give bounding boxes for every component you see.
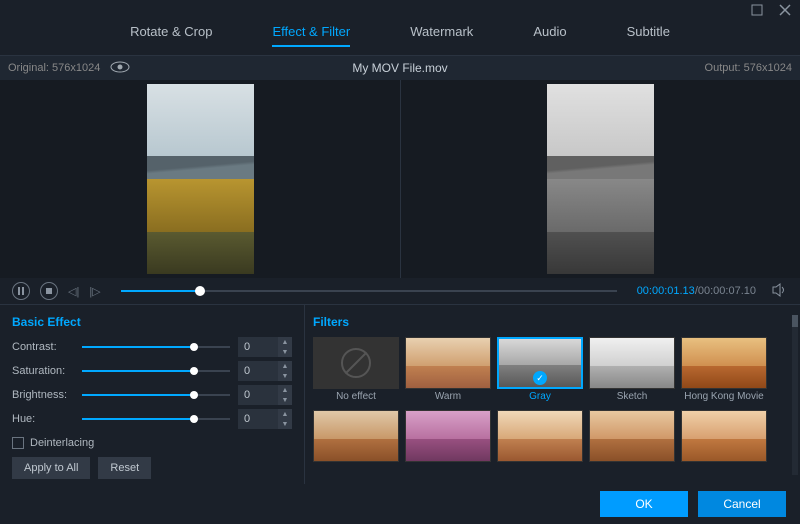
apply-to-all-button[interactable]: Apply to All	[12, 457, 90, 479]
preview-area	[0, 80, 800, 278]
contrast-down[interactable]: ▼	[278, 347, 292, 357]
contrast-input[interactable]: 0▲▼	[238, 337, 292, 357]
deinterlacing-checkbox[interactable]	[12, 437, 24, 449]
tab-audio[interactable]: Audio	[533, 24, 566, 47]
filter-no-effect-label: No effect	[336, 391, 376, 402]
reset-button[interactable]: Reset	[98, 457, 151, 479]
original-dimensions: Original: 576x1024	[8, 62, 100, 74]
filter-hkmovie-label: Hong Kong Movie	[684, 391, 764, 402]
tab-rotate-crop[interactable]: Rotate & Crop	[130, 24, 212, 47]
timeline-slider[interactable]	[121, 290, 617, 292]
contrast-up[interactable]: ▲	[278, 337, 292, 347]
tab-watermark[interactable]: Watermark	[410, 24, 473, 47]
saturation-input[interactable]: 0▲▼	[238, 361, 292, 381]
close-button[interactable]	[778, 3, 792, 17]
hue-up[interactable]: ▲	[278, 409, 292, 419]
brightness-slider[interactable]	[82, 394, 230, 396]
filter-gray-label: Gray	[529, 391, 551, 402]
cancel-button[interactable]: Cancel	[698, 491, 786, 517]
filter-no-effect[interactable]	[313, 337, 399, 389]
filter-warm[interactable]	[405, 337, 491, 389]
brightness-up[interactable]: ▲	[278, 385, 292, 395]
prev-frame-button[interactable]: ◁|	[68, 285, 79, 298]
maximize-button[interactable]	[750, 3, 764, 17]
filter-row2-3[interactable]	[497, 410, 583, 462]
time-current: 00:00:01.13	[637, 285, 695, 297]
deinterlacing-label: Deinterlacing	[30, 437, 94, 449]
filters-title: Filters	[313, 315, 792, 329]
next-frame-button[interactable]: |▷	[89, 285, 100, 298]
preview-toggle-icon[interactable]	[110, 61, 130, 76]
time-total: 00:00:07.10	[698, 285, 756, 297]
ok-button[interactable]: OK	[600, 491, 688, 517]
contrast-slider[interactable]	[82, 346, 230, 348]
tab-subtitle[interactable]: Subtitle	[627, 24, 670, 47]
hue-down[interactable]: ▼	[278, 419, 292, 429]
hue-input[interactable]: 0▲▼	[238, 409, 292, 429]
filter-warm-label: Warm	[435, 391, 461, 402]
saturation-down[interactable]: ▼	[278, 371, 292, 381]
contrast-label: Contrast:	[12, 341, 74, 353]
tab-effect-filter[interactable]: Effect & Filter	[272, 24, 350, 47]
check-icon: ✓	[533, 371, 547, 385]
filter-sketch-label: Sketch	[617, 391, 648, 402]
hue-slider[interactable]	[82, 418, 230, 420]
basic-effect-title: Basic Effect	[12, 315, 292, 329]
brightness-label: Brightness:	[12, 389, 74, 401]
brightness-input[interactable]: 0▲▼	[238, 385, 292, 405]
output-dimensions: Output: 576x1024	[705, 62, 792, 74]
volume-icon[interactable]	[772, 283, 788, 300]
filter-sketch[interactable]	[589, 337, 675, 389]
file-title: My MOV File.mov	[352, 61, 447, 75]
filter-row2-2[interactable]	[405, 410, 491, 462]
filter-row2-1[interactable]	[313, 410, 399, 462]
filter-hkmovie[interactable]	[681, 337, 767, 389]
saturation-up[interactable]: ▲	[278, 361, 292, 371]
preview-output	[400, 80, 800, 278]
brightness-down[interactable]: ▼	[278, 395, 292, 405]
preview-original	[0, 80, 400, 278]
hue-label: Hue:	[12, 413, 74, 425]
pause-button[interactable]	[12, 282, 30, 300]
stop-button[interactable]	[40, 282, 58, 300]
filter-row2-5[interactable]	[681, 410, 767, 462]
saturation-slider[interactable]	[82, 370, 230, 372]
filter-row2-4[interactable]	[589, 410, 675, 462]
filter-gray[interactable]: ✓	[497, 337, 583, 389]
saturation-label: Saturation:	[12, 365, 74, 377]
filters-scrollbar[interactable]	[792, 315, 798, 475]
tab-bar: Rotate & Crop Effect & Filter Watermark …	[0, 20, 800, 56]
